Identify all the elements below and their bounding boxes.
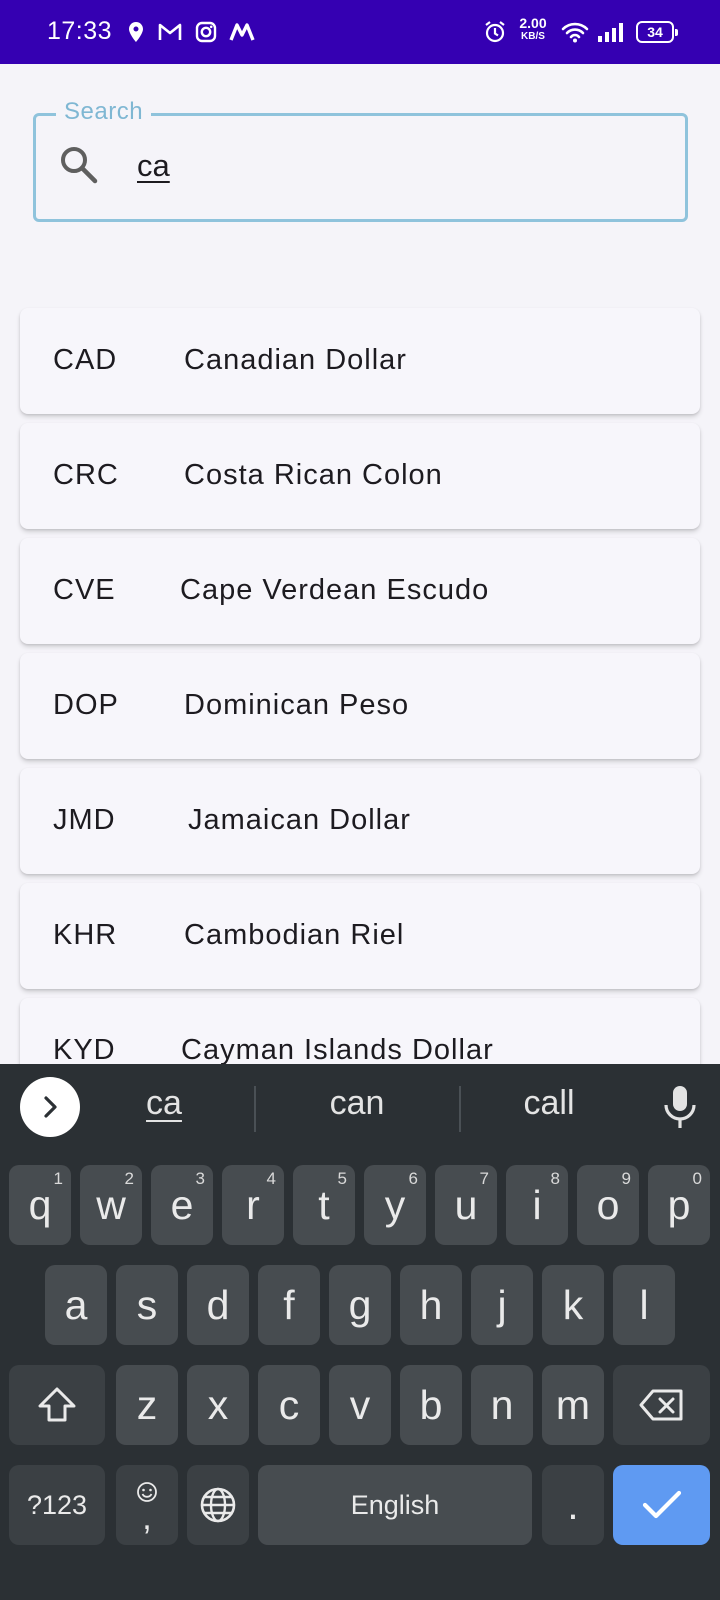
list-item-cve[interactable]: CVE Cape Verdean Escudo xyxy=(20,538,700,644)
key-label: i xyxy=(532,1181,542,1228)
key-e[interactable]: e3 xyxy=(151,1165,213,1245)
currency-name: Cayman Islands Dollar xyxy=(181,1034,494,1064)
key-j[interactable]: j xyxy=(471,1265,533,1345)
key-hint: 9 xyxy=(621,1169,631,1188)
key-p[interactable]: p0 xyxy=(648,1165,710,1245)
suggestion-item[interactable]: can xyxy=(267,1084,447,1123)
key-d[interactable]: d xyxy=(187,1265,249,1345)
soft-keyboard: ca can call q1 w2 e3 r4 t5 y6 u7 i8 o9 p… xyxy=(0,1064,720,1600)
key-r[interactable]: r4 xyxy=(222,1165,284,1245)
suggestion-toggle-button[interactable] xyxy=(20,1077,80,1137)
list-item-jmd[interactable]: JMD Jamaican Dollar xyxy=(20,768,700,874)
key-label: t xyxy=(318,1181,330,1228)
suggestion-divider xyxy=(254,1086,256,1132)
key-hint: 1 xyxy=(53,1169,63,1188)
list-item-dop[interactable]: DOP Dominican Peso xyxy=(20,653,700,759)
key-x[interactable]: x xyxy=(187,1365,249,1445)
key-v[interactable]: v xyxy=(329,1365,391,1445)
key-label: w xyxy=(96,1181,126,1228)
enter-key[interactable] xyxy=(613,1465,710,1545)
currency-code: JMD xyxy=(53,804,116,836)
chevron-right-icon xyxy=(44,1096,57,1118)
globe-icon xyxy=(200,1487,236,1523)
currency-code: DOP xyxy=(53,689,119,721)
suggestion-item[interactable]: ca xyxy=(74,1084,254,1123)
key-l[interactable]: l xyxy=(613,1265,675,1345)
shift-icon xyxy=(38,1387,76,1422)
currency-code: CRC xyxy=(53,459,119,491)
key-f[interactable]: f xyxy=(258,1265,320,1345)
key-q[interactable]: q1 xyxy=(9,1165,71,1245)
backspace-key[interactable] xyxy=(613,1365,710,1445)
currency-name: Cape Verdean Escudo xyxy=(180,574,490,606)
currency-name: Canadian Dollar xyxy=(184,344,407,376)
key-hint: 5 xyxy=(337,1169,347,1188)
key-a[interactable]: a xyxy=(45,1265,107,1345)
key-t[interactable]: t5 xyxy=(293,1165,355,1245)
currency-name: Cambodian Riel xyxy=(184,919,405,951)
key-hint: 7 xyxy=(479,1169,489,1188)
key-b[interactable]: b xyxy=(400,1365,462,1445)
key-label: r xyxy=(246,1181,260,1228)
language-key[interactable] xyxy=(187,1465,249,1545)
key-label: p xyxy=(667,1181,691,1228)
key-z[interactable]: z xyxy=(116,1365,178,1445)
key-s[interactable]: s xyxy=(116,1265,178,1345)
search-icon xyxy=(58,144,100,191)
key-i[interactable]: i8 xyxy=(506,1165,568,1245)
space-key[interactable]: English xyxy=(258,1465,532,1545)
key-label: o xyxy=(596,1181,620,1228)
suggestion-item[interactable]: call xyxy=(459,1084,639,1123)
search-input[interactable] xyxy=(33,113,688,222)
key-label: u xyxy=(454,1181,478,1228)
key-k[interactable]: k xyxy=(542,1265,604,1345)
key-label: q xyxy=(28,1181,52,1228)
list-item-crc[interactable]: CRC Costa Rican Colon xyxy=(20,423,700,529)
key-y[interactable]: y6 xyxy=(364,1165,426,1245)
microphone-icon[interactable] xyxy=(662,1084,698,1135)
key-o[interactable]: o9 xyxy=(577,1165,639,1245)
key-hint: 3 xyxy=(195,1169,205,1188)
key-hint: 0 xyxy=(692,1169,702,1188)
comma-label: , xyxy=(142,1499,152,1537)
shift-key[interactable] xyxy=(9,1365,105,1445)
key-label: y xyxy=(384,1181,406,1228)
currency-code: CVE xyxy=(53,574,116,606)
checkmark-icon xyxy=(642,1490,681,1519)
key-hint: 4 xyxy=(266,1169,276,1188)
key-hint: 2 xyxy=(124,1169,134,1188)
key-h[interactable]: h xyxy=(400,1265,462,1345)
emoji-comma-key[interactable]: , xyxy=(116,1465,178,1545)
key-m[interactable]: m xyxy=(542,1365,604,1445)
key-g[interactable]: g xyxy=(329,1265,391,1345)
period-key[interactable]: . xyxy=(542,1465,604,1545)
symbols-key[interactable]: ?123 xyxy=(9,1465,105,1545)
key-n[interactable]: n xyxy=(471,1365,533,1445)
key-u[interactable]: u7 xyxy=(435,1165,497,1245)
key-c[interactable]: c xyxy=(258,1365,320,1445)
key-w[interactable]: w2 xyxy=(80,1165,142,1245)
list-item-khr[interactable]: KHR Cambodian Riel xyxy=(20,883,700,989)
search-label: Search xyxy=(56,98,152,126)
currency-code: CAD xyxy=(53,344,118,376)
search-value[interactable]: ca xyxy=(137,148,170,184)
key-hint: 8 xyxy=(550,1169,560,1188)
currency-name: Costa Rican Colon xyxy=(184,459,443,491)
currency-name: Jamaican Dollar xyxy=(188,804,411,836)
key-hint: 6 xyxy=(408,1169,418,1188)
currency-name: Dominican Peso xyxy=(184,689,410,721)
currency-code: KYD xyxy=(53,1034,116,1064)
list-item-kyd[interactable]: KYD Cayman Islands Dollar xyxy=(20,998,700,1064)
backspace-icon xyxy=(639,1389,682,1421)
list-item-cad[interactable]: CAD Canadian Dollar xyxy=(20,308,700,414)
key-label: e xyxy=(170,1181,194,1228)
currency-code: KHR xyxy=(53,919,118,951)
